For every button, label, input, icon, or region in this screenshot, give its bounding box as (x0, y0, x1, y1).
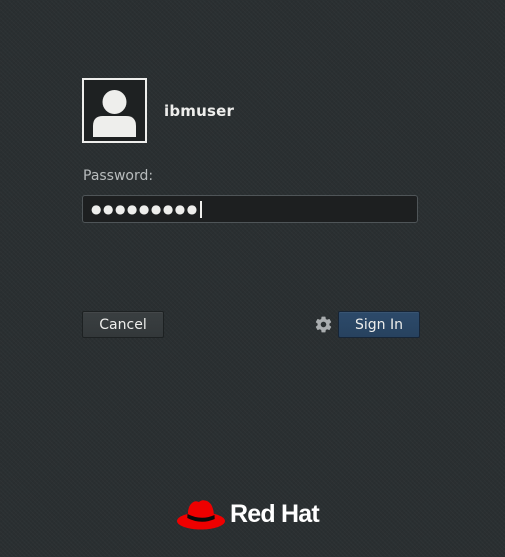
login-screen: ibmuser Password: ●●●●●●●●● Cancel Sign … (0, 0, 505, 557)
user-row[interactable]: ibmuser (82, 78, 234, 143)
cancel-button[interactable]: Cancel (82, 311, 164, 338)
password-input[interactable]: ●●●●●●●●● (82, 195, 418, 223)
text-cursor (199, 200, 202, 218)
password-label: Password: (83, 168, 154, 184)
user-avatar (82, 78, 147, 143)
sign-in-button[interactable]: Sign In (338, 311, 420, 338)
red-hat-logo-icon (177, 500, 225, 530)
password-masked-value: ●●●●●●●●● (91, 202, 199, 216)
gear-icon[interactable] (314, 315, 333, 334)
red-hat-wordmark: Red Hat (230, 499, 320, 528)
user-silhouette-icon (93, 90, 136, 137)
username-label: ibmuser (164, 101, 235, 120)
red-hat-branding: Red Hat (176, 494, 320, 534)
